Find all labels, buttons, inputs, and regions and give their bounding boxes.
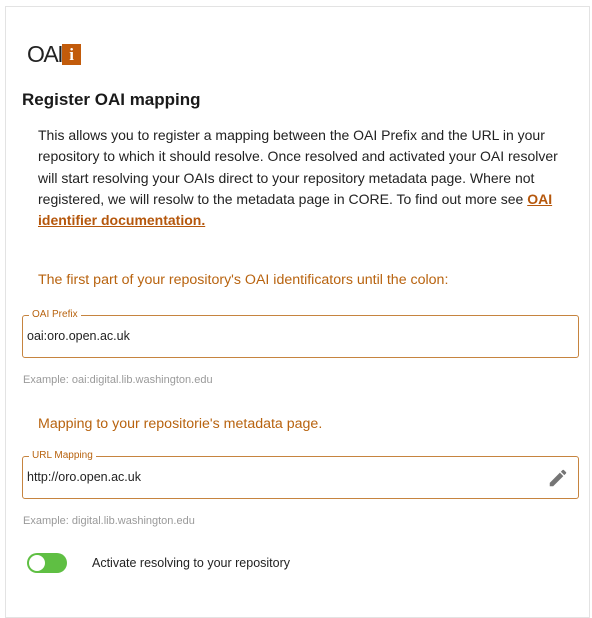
mapping-example-text: Example: digital.lib.washington.edu <box>23 515 195 527</box>
prefix-example-text: Example: oai:digital.lib.washington.edu <box>23 374 213 386</box>
oai-prefix-legend: OAI Prefix <box>29 309 81 321</box>
activate-resolving-row: Activate resolving to your repository <box>27 553 290 573</box>
mapping-section-label: Mapping to your repositorie's metadata p… <box>38 416 323 432</box>
logo-info-box: i <box>62 43 82 65</box>
page-title: Register OAI mapping <box>22 90 201 109</box>
url-mapping-legend: URL Mapping <box>29 450 96 462</box>
prefix-section-label: The first part of your repository's OAI … <box>38 272 449 288</box>
activate-resolving-toggle[interactable] <box>27 553 67 573</box>
oai-prefix-input[interactable] <box>27 329 527 343</box>
description-text: This allows you to register a mapping be… <box>38 125 558 231</box>
toggle-knob <box>29 555 45 571</box>
description-body: This allows you to register a mapping be… <box>38 127 558 207</box>
url-mapping-field[interactable]: URL Mapping <box>22 450 579 499</box>
logo-text: OAI <box>27 41 64 67</box>
activate-resolving-label: Activate resolving to your repository <box>92 556 291 570</box>
pencil-icon[interactable] <box>547 467 569 489</box>
oai-prefix-field[interactable]: OAI Prefix <box>22 309 579 358</box>
oai-logo: OAI i <box>27 41 82 67</box>
url-mapping-input[interactable] <box>27 470 527 484</box>
